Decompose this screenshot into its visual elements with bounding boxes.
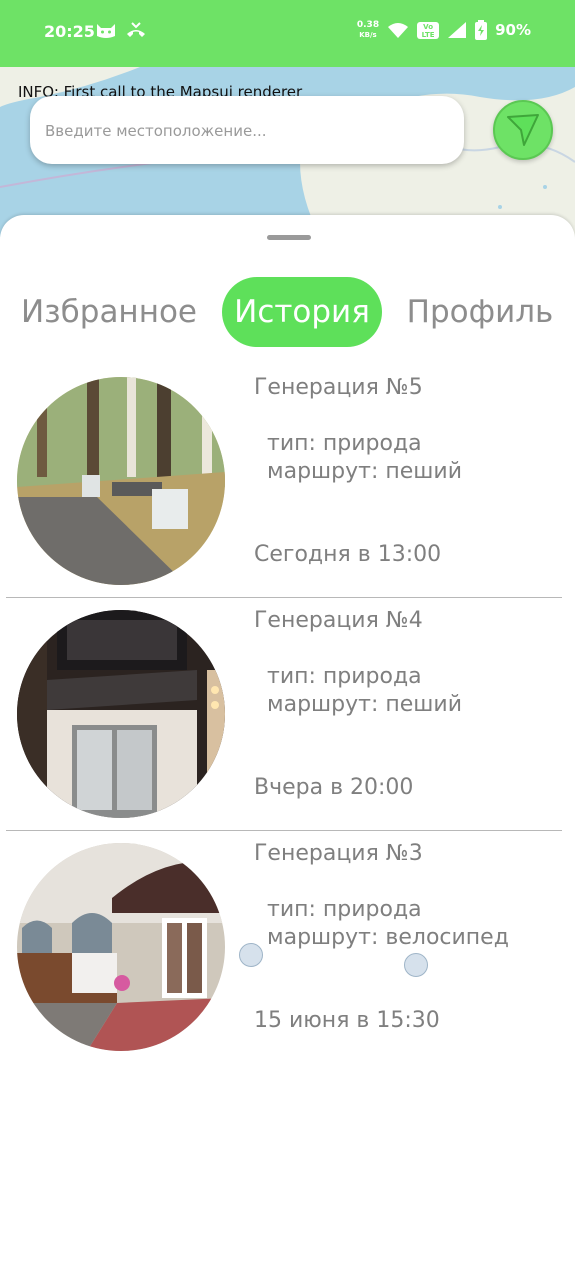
card-date: Вчера в 20:00 bbox=[254, 775, 414, 800]
card-title: Генерация №5 bbox=[254, 375, 423, 400]
card-type: тип: природа bbox=[267, 897, 422, 922]
puppet-theatre-photo bbox=[17, 610, 225, 818]
navigate-button[interactable] bbox=[493, 100, 553, 160]
history-list: Генерация №5 тип: природа маршрут: пеший… bbox=[0, 375, 575, 1074]
card-route: маршрут: велосипед bbox=[267, 925, 509, 950]
status-right-icons: 0.38 KB/s Vo LTE 90% bbox=[357, 20, 531, 40]
missed-call-icon bbox=[127, 22, 145, 37]
location-search-input[interactable] bbox=[43, 96, 452, 166]
touch-indicator bbox=[404, 953, 428, 977]
card-route: маршрут: пеший bbox=[267, 692, 463, 717]
wifi-icon bbox=[388, 22, 409, 38]
status-left-icons bbox=[95, 22, 147, 40]
bottom-sheet: Избранное История Профиль Генерация №5 т… bbox=[0, 215, 575, 1280]
card-type: тип: природа bbox=[267, 431, 422, 456]
card-route: маршрут: пеший bbox=[267, 459, 463, 484]
volte-badge: Vo LTE bbox=[417, 21, 440, 39]
location-search-box[interactable] bbox=[30, 96, 464, 166]
tab-profile[interactable]: Профиль bbox=[400, 277, 560, 347]
network-speed-unit: KB/s bbox=[359, 31, 377, 39]
history-card[interactable]: Генерация №5 тип: природа маршрут: пеший… bbox=[0, 375, 575, 608]
card-title: Генерация №4 bbox=[254, 608, 423, 633]
status-time: 20:25 bbox=[44, 22, 95, 41]
cafe-storefront-photo bbox=[17, 843, 225, 1051]
history-card[interactable]: Генерация №4 тип: природа маршрут: пеший… bbox=[0, 608, 575, 841]
cat-icon bbox=[97, 24, 115, 38]
card-date: 15 июня в 15:30 bbox=[254, 1008, 440, 1033]
battery-percent: 90% bbox=[495, 21, 531, 39]
tab-history[interactable]: История bbox=[222, 277, 382, 347]
touch-indicator bbox=[239, 943, 263, 967]
signal-icon bbox=[448, 22, 467, 38]
card-title: Генерация №3 bbox=[254, 841, 423, 866]
history-card[interactable]: Генерация №3 тип: природа маршрут: велос… bbox=[0, 841, 575, 1074]
battery-icon bbox=[475, 20, 488, 40]
card-type: тип: природа bbox=[267, 664, 422, 689]
status-bar: 20:25 0.38 KB/s Vo LTE 90% bbox=[0, 0, 575, 67]
park-photo bbox=[17, 377, 225, 585]
drag-handle[interactable] bbox=[267, 235, 311, 240]
divider bbox=[6, 830, 562, 831]
network-speed: 0.38 KB/s bbox=[357, 20, 379, 40]
network-speed-value: 0.38 bbox=[356, 20, 380, 30]
navigation-arrow-icon bbox=[507, 114, 539, 146]
divider bbox=[6, 597, 562, 598]
tab-favorites[interactable]: Избранное bbox=[14, 277, 204, 347]
card-date: Сегодня в 13:00 bbox=[254, 542, 442, 567]
tab-bar: Избранное История Профиль bbox=[0, 277, 575, 347]
